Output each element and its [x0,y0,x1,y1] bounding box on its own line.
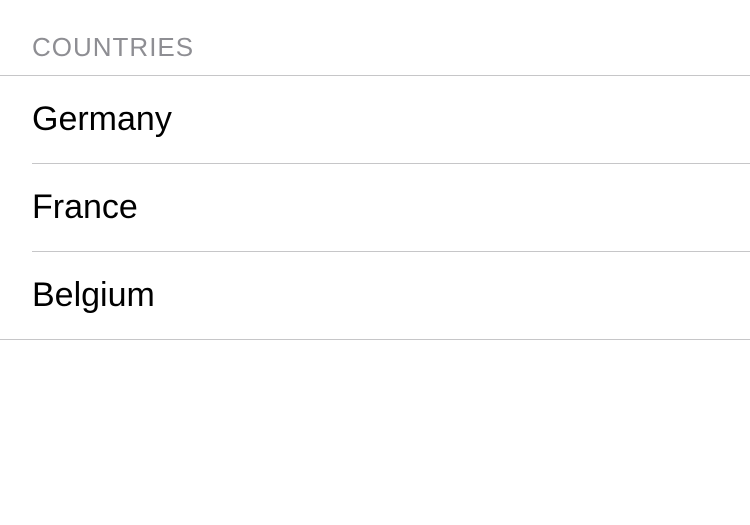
list-item-belgium[interactable]: Belgium [32,252,750,339]
section-header-countries: Countries [0,0,750,75]
countries-list: Germany France Belgium [0,75,750,340]
list-item-germany[interactable]: Germany [32,76,750,164]
list-item-france[interactable]: France [32,164,750,252]
